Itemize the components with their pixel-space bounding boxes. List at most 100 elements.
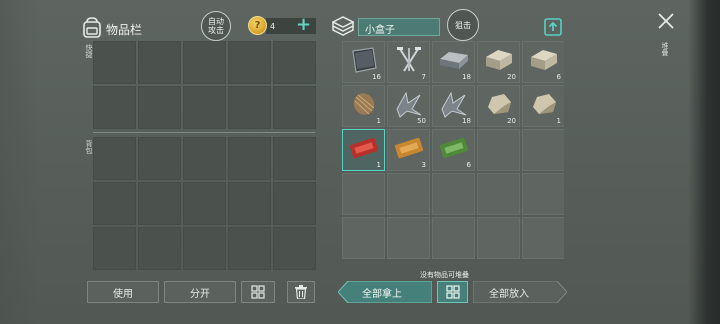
sort-button[interactable] (241, 281, 275, 303)
quick-slot[interactable] (228, 86, 271, 129)
container-slot[interactable] (387, 217, 430, 259)
item-count: 18 (462, 117, 471, 125)
close-icon[interactable] (657, 12, 675, 30)
container-slot[interactable]: 50 (387, 85, 430, 127)
backpack-slot[interactable] (183, 227, 226, 270)
container-slot-selected[interactable]: 1 (342, 129, 385, 171)
stone-block-icon (531, 50, 557, 70)
item-count: 6 (466, 161, 471, 169)
quick-slot-grid (93, 41, 316, 129)
backpack-slot[interactable] (273, 137, 316, 180)
backpack-slot[interactable] (138, 137, 181, 180)
backpack-slot[interactable] (273, 182, 316, 225)
quick-slot[interactable] (138, 41, 181, 84)
backpack-slot[interactable] (93, 137, 136, 180)
item-count: 1 (376, 117, 381, 125)
item-count: 7 (421, 73, 426, 81)
quick-slot[interactable] (93, 86, 136, 129)
item-count: 50 (417, 117, 426, 125)
item-count: 18 (462, 73, 471, 81)
container-slot[interactable] (522, 129, 564, 171)
snipe-label: 狙击 (455, 20, 471, 30)
split-label: 分开 (190, 288, 210, 300)
backpack-slot[interactable] (183, 182, 226, 225)
container-slot[interactable] (522, 173, 564, 215)
right-edge-shade (688, 0, 720, 324)
container-slot[interactable] (432, 217, 475, 259)
auto-attack-label: 自动攻击 (208, 17, 224, 35)
container-slot[interactable]: 16 (342, 41, 385, 83)
container-grid: 16 7 18 20 6 1 50 18 20 1 1 3 6 (342, 41, 564, 268)
item-count: 20 (507, 73, 516, 81)
add-coin-button[interactable]: + (296, 16, 311, 34)
grid-sort-icon (445, 285, 460, 299)
take-all-button[interactable]: 全部拿上 (338, 281, 432, 303)
snipe-button[interactable]: 狙击 (447, 9, 479, 41)
item-count: 1 (376, 161, 381, 169)
container-slot[interactable]: 20 (477, 41, 520, 83)
quick-slot[interactable] (93, 41, 136, 84)
container-slot[interactable] (342, 173, 385, 215)
backpack-slot[interactable] (228, 227, 271, 270)
inventory-title: 物品栏 (106, 23, 143, 37)
stone-block-icon (486, 50, 512, 70)
stack-label: 堆叠 (661, 42, 669, 56)
use-button[interactable]: 使用 (87, 281, 159, 303)
green-coupon-icon (439, 137, 469, 159)
container-slot[interactable] (432, 173, 475, 215)
scrap-metal-icon (396, 91, 422, 118)
put-all-button[interactable]: 全部放入 (473, 281, 567, 303)
item-count: 20 (507, 117, 516, 125)
stone-pile-icon (488, 94, 511, 114)
section-divider (93, 132, 315, 133)
fiber-bundle-icon (353, 93, 375, 115)
container-slot[interactable] (387, 173, 430, 215)
container-slot[interactable]: 20 (477, 85, 520, 127)
gold-coin-icon: ? (248, 16, 267, 35)
container-slot[interactable]: 18 (432, 41, 475, 83)
container-name: 小盒子 (358, 18, 440, 36)
stack-status-text: 没有物品可堆叠 (420, 271, 469, 279)
backpack-slot[interactable] (183, 137, 226, 180)
container-slot[interactable] (477, 173, 520, 215)
quick-slot[interactable] (273, 41, 316, 84)
upload-icon[interactable] (544, 18, 562, 36)
quick-slot[interactable] (183, 41, 226, 84)
container-slot[interactable]: 18 (432, 85, 475, 127)
container-slot[interactable]: 6 (522, 41, 564, 83)
steel-ingot-icon (440, 52, 468, 69)
backpack-slot[interactable] (228, 182, 271, 225)
quick-slot[interactable] (138, 86, 181, 129)
quick-slot[interactable] (228, 41, 271, 84)
container-slot[interactable]: 7 (387, 41, 430, 83)
quick-slot[interactable] (183, 86, 226, 129)
stone-pile-icon (533, 94, 556, 114)
container-slot[interactable] (477, 129, 520, 171)
container-sort-button[interactable] (437, 281, 468, 303)
iron-plate-icon (352, 47, 377, 73)
discard-button[interactable] (287, 281, 315, 303)
container-slot[interactable]: 1 (522, 85, 564, 127)
container-slot[interactable] (477, 217, 520, 259)
backpack-slot[interactable] (93, 227, 136, 270)
red-coupon-icon (349, 137, 379, 159)
container-slot[interactable] (342, 217, 385, 259)
grid-sort-icon (251, 285, 265, 299)
orange-coupon-icon (394, 137, 424, 159)
container-slot[interactable]: 6 (432, 129, 475, 171)
trash-icon (295, 285, 307, 299)
put-all-label: 全部放入 (489, 289, 529, 300)
use-label: 使用 (113, 288, 133, 300)
container-slot[interactable] (522, 217, 564, 259)
container-slot[interactable]: 3 (387, 129, 430, 171)
item-count: 6 (556, 73, 561, 81)
quick-slot[interactable] (273, 86, 316, 129)
auto-attack-button[interactable]: 自动攻击 (201, 11, 231, 41)
backpack-slot[interactable] (273, 227, 316, 270)
backpack-slot[interactable] (138, 227, 181, 270)
container-slot[interactable]: 1 (342, 85, 385, 127)
backpack-slot[interactable] (93, 182, 136, 225)
split-button[interactable]: 分开 (164, 281, 236, 303)
backpack-slot[interactable] (138, 182, 181, 225)
backpack-slot[interactable] (228, 137, 271, 180)
